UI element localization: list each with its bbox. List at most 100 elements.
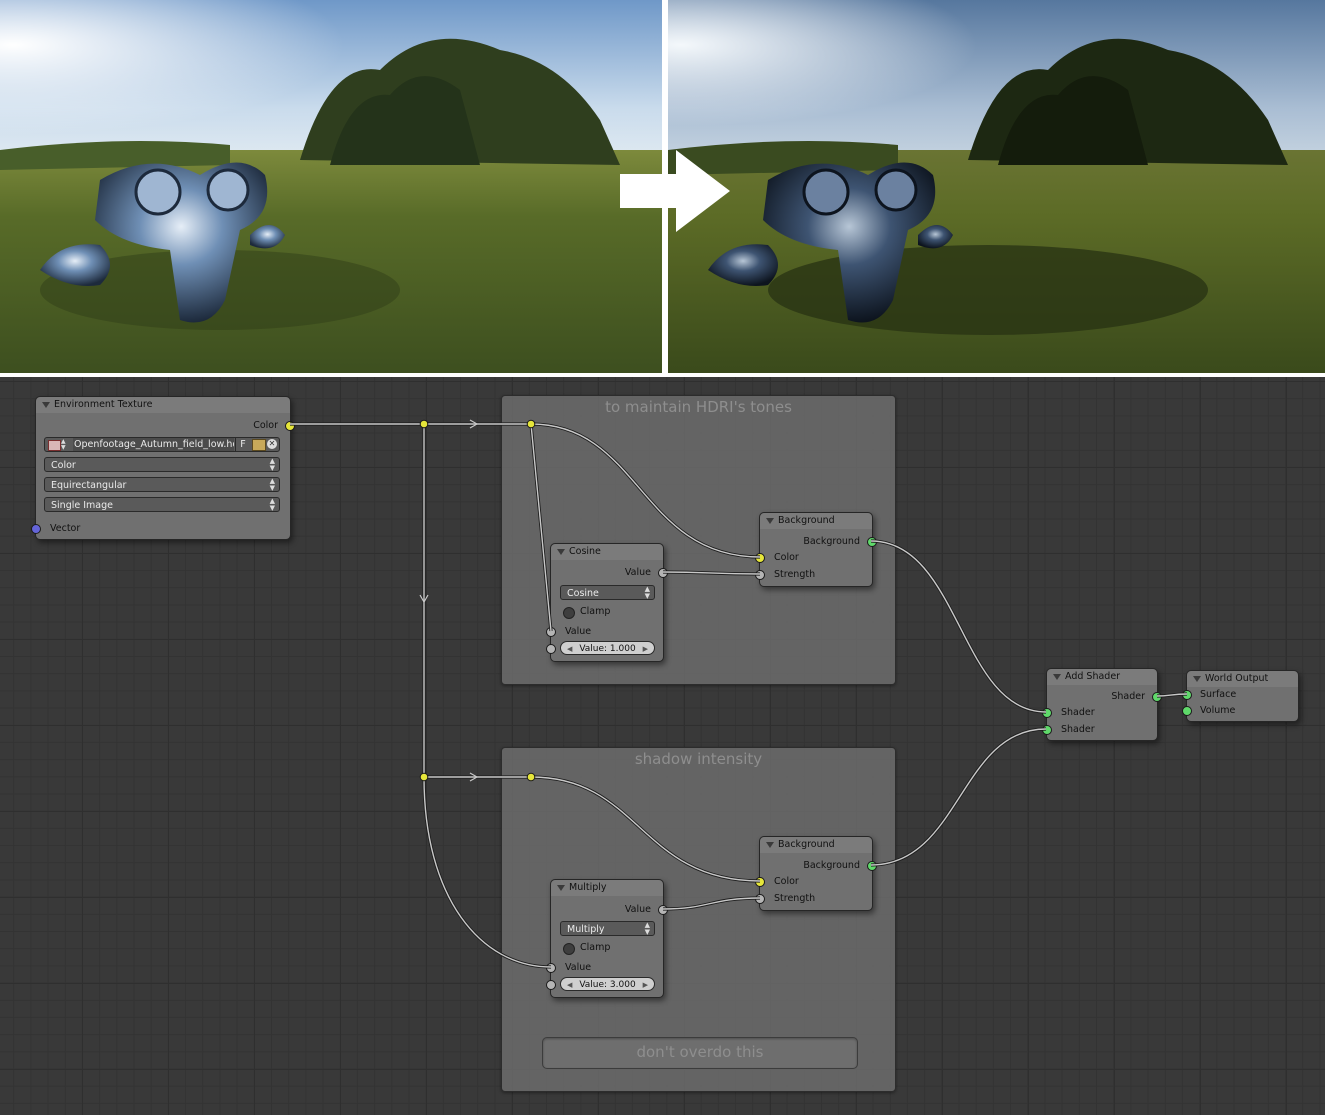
- input-shader-2-label: Shader: [1061, 724, 1095, 735]
- collapse-triangle-icon[interactable]: [557, 885, 565, 891]
- input-vector-label: Vector: [50, 523, 81, 534]
- decrement-arrow-icon[interactable]: ◀: [567, 642, 572, 656]
- node-header[interactable]: Background: [760, 513, 872, 529]
- input-value-2-socket[interactable]: [546, 980, 556, 990]
- node-title: World Output: [1205, 673, 1269, 684]
- dropdown-value: Color: [51, 460, 76, 471]
- node-editor[interactable]: to maintain HDRI's tones shadow intensit…: [0, 377, 1325, 1115]
- dropdown-arrows-icon: ▲ ▼: [644, 585, 650, 600]
- node-header[interactable]: World Output: [1187, 671, 1298, 687]
- input-vector-socket[interactable]: [31, 524, 41, 534]
- collapse-triangle-icon[interactable]: [766, 518, 774, 524]
- input-surface-label: Surface: [1200, 689, 1237, 700]
- value-number-field[interactable]: ◀ Value: 3.000 ▶: [560, 977, 655, 991]
- increment-arrow-icon[interactable]: ▶: [643, 978, 648, 992]
- node-multiply[interactable]: Multiply Value Multiply ▲ ▼ Clamp Value ◀ V…: [546, 879, 668, 998]
- render-before: [0, 0, 662, 373]
- input-color-socket[interactable]: [755, 877, 765, 887]
- clamp-label: Clamp: [580, 606, 611, 617]
- input-volume-socket[interactable]: [1182, 706, 1192, 716]
- output-background-label: Background: [803, 536, 860, 547]
- output-value-socket[interactable]: [658, 905, 668, 915]
- input-surface-socket[interactable]: [1182, 690, 1192, 700]
- input-shader-1-label: Shader: [1061, 707, 1095, 718]
- node-header[interactable]: Cosine: [551, 544, 663, 560]
- input-shader-2-socket[interactable]: [1042, 725, 1052, 735]
- increment-arrow-icon[interactable]: ▶: [643, 642, 648, 656]
- collapse-triangle-icon[interactable]: [1053, 674, 1061, 680]
- node-header[interactable]: Environment Texture: [36, 397, 290, 413]
- input-color-label: Color: [774, 876, 799, 887]
- node-header[interactable]: Add Shader: [1047, 669, 1157, 685]
- image-source-dropdown[interactable]: Single Image ▲ ▼: [44, 497, 280, 512]
- collapse-triangle-icon[interactable]: [557, 549, 565, 555]
- dropdown-arrows-icon: ▲ ▼: [269, 477, 275, 492]
- node-title: Background: [778, 839, 835, 850]
- input-value-socket[interactable]: [546, 627, 556, 637]
- input-value-2-socket[interactable]: [546, 644, 556, 654]
- render-before-image: [0, 0, 662, 373]
- node-title: Cosine: [569, 546, 601, 557]
- frame-shadow-label: shadow intensity: [634, 750, 763, 768]
- dropdown-value: Single Image: [51, 500, 113, 511]
- input-value-socket[interactable]: [546, 963, 556, 973]
- node-header[interactable]: Multiply: [551, 880, 663, 896]
- render-after: [668, 0, 1325, 373]
- image-file-selector[interactable]: ▲ ▼ Openfootage_Autumn_field_low.hdr F ✕: [44, 437, 280, 452]
- clamp-checkbox[interactable]: [563, 607, 575, 619]
- unlink-close-icon[interactable]: ✕: [267, 439, 277, 449]
- dropdown-value: Multiply: [567, 924, 605, 935]
- image-filename-field[interactable]: Openfootage_Autumn_field_low.hdr: [73, 438, 234, 451]
- node-title: Add Shader: [1065, 671, 1121, 682]
- frame-tones-label: to maintain HDRI's tones: [605, 398, 792, 416]
- output-shader-socket[interactable]: [1152, 692, 1162, 702]
- output-value-label: Value: [624, 567, 651, 578]
- input-strength-socket[interactable]: [755, 570, 765, 580]
- collapse-triangle-icon[interactable]: [42, 402, 50, 408]
- output-background-socket[interactable]: [867, 537, 877, 547]
- node-background-bottom[interactable]: Background Background Color Strength: [755, 836, 877, 911]
- input-strength-label: Strength: [774, 893, 816, 904]
- node-title: Environment Texture: [54, 399, 153, 410]
- output-shader-label: Shader: [1111, 691, 1145, 702]
- input-shader-1-socket[interactable]: [1042, 708, 1052, 718]
- node-background-top[interactable]: Background Background Color Strength: [755, 512, 877, 587]
- clamp-label: Clamp: [580, 942, 611, 953]
- input-strength-label: Strength: [774, 569, 816, 580]
- output-color-socket[interactable]: [285, 421, 295, 431]
- node-world-output[interactable]: World Output Surface Volume: [1182, 670, 1299, 722]
- note-text: don't overdo this: [636, 1043, 764, 1061]
- image-icon[interactable]: [48, 440, 61, 451]
- dropdown-arrows-icon: ▲ ▼: [269, 497, 275, 512]
- node-add-shader[interactable]: Add Shader Shader Shader Shader: [1042, 668, 1162, 741]
- open-folder-icon[interactable]: [252, 439, 266, 451]
- dropdown-value: Equirectangular: [51, 480, 127, 491]
- note-label[interactable]: don't overdo this: [542, 1037, 858, 1069]
- math-operation-dropdown[interactable]: Cosine ▲ ▼: [560, 585, 655, 600]
- output-value-socket[interactable]: [658, 568, 668, 578]
- input-color-label: Color: [774, 552, 799, 563]
- color-space-dropdown[interactable]: Color ▲ ▼: [44, 457, 280, 472]
- output-background-socket[interactable]: [867, 861, 877, 871]
- collapse-triangle-icon[interactable]: [766, 842, 774, 848]
- input-value-label: Value: [565, 626, 592, 637]
- output-color-label: Color: [253, 420, 278, 431]
- node-header[interactable]: Background: [760, 837, 872, 853]
- input-color-socket[interactable]: [755, 553, 765, 563]
- up-down-arrows-icon[interactable]: ▲ ▼: [61, 439, 66, 451]
- input-volume-label: Volume: [1200, 705, 1236, 716]
- math-operation-dropdown[interactable]: Multiply ▲ ▼: [560, 921, 655, 936]
- node-environment-texture[interactable]: Environment Texture Color ▲ ▼ Openfootage…: [31, 396, 295, 540]
- value-number-field[interactable]: ◀ Value: 1.000 ▶: [560, 641, 655, 655]
- value-number-text: Value: 1.000: [579, 644, 636, 654]
- output-background-label: Background: [803, 860, 860, 871]
- dropdown-value: Cosine: [567, 588, 599, 599]
- fake-user-button[interactable]: F: [235, 438, 250, 451]
- node-cosine[interactable]: Cosine Value Cosine ▲ ▼ Clamp Value ◀ Value…: [546, 543, 668, 662]
- collapse-triangle-icon[interactable]: [1193, 676, 1201, 682]
- output-value-label: Value: [624, 904, 651, 915]
- input-strength-socket[interactable]: [755, 894, 765, 904]
- projection-dropdown[interactable]: Equirectangular ▲ ▼: [44, 477, 280, 492]
- decrement-arrow-icon[interactable]: ◀: [567, 978, 572, 992]
- clamp-checkbox[interactable]: [563, 943, 575, 955]
